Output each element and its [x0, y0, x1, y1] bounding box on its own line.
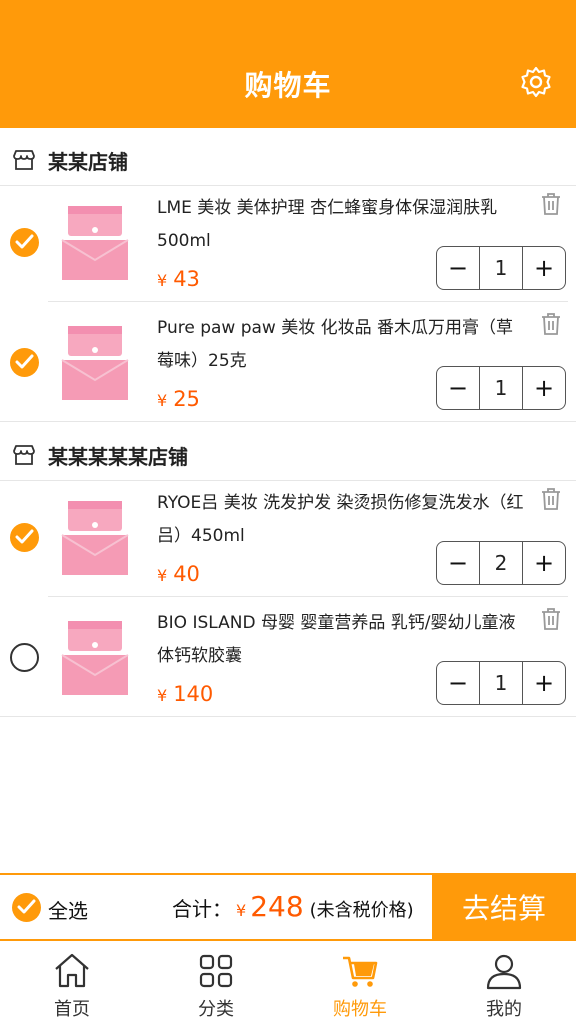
- trash-icon[interactable]: [540, 312, 562, 336]
- cart-item: Pure paw paw 美妆 化妆品 番木瓜万用膏（草莓味）25克 ¥25 −…: [0, 302, 576, 422]
- tab-label: 首页: [54, 999, 90, 1020]
- quantity-value[interactable]: 2: [479, 542, 523, 584]
- checkout-bar: 全选 合计： ¥ 248 (未含税价格) 去结算: [0, 873, 576, 941]
- quantity-stepper: − 2 +: [436, 541, 566, 585]
- item-checkbox[interactable]: [10, 523, 39, 552]
- increase-button[interactable]: +: [523, 662, 565, 704]
- store-header: 某某店铺: [0, 132, 576, 186]
- checkout-button[interactable]: 去结算: [432, 875, 576, 939]
- store-name: 某某店铺: [48, 150, 128, 174]
- tab-category[interactable]: 分类: [144, 941, 288, 1024]
- product-image[interactable]: [60, 204, 130, 284]
- select-all-checkbox[interactable]: [12, 893, 41, 922]
- trash-icon[interactable]: [540, 487, 562, 511]
- item-checkbox[interactable]: [10, 643, 39, 672]
- quantity-stepper: − 1 +: [436, 246, 566, 290]
- store-header: 某某某某某店铺: [0, 427, 576, 481]
- decrease-button[interactable]: −: [437, 662, 479, 704]
- product-price: ¥43: [157, 267, 200, 291]
- total-label: 合计：: [172, 897, 232, 921]
- divider: [0, 421, 576, 422]
- decrease-button[interactable]: −: [437, 542, 479, 584]
- trash-icon[interactable]: [540, 192, 562, 216]
- trash-icon[interactable]: [540, 607, 562, 631]
- tab-label: 购物车: [333, 999, 387, 1020]
- total-amount: 248: [250, 890, 304, 923]
- checkmark-icon: [17, 899, 36, 914]
- increase-button[interactable]: +: [523, 542, 565, 584]
- product-image[interactable]: [60, 499, 130, 579]
- tab-cart[interactable]: 购物车: [288, 941, 432, 1024]
- profile-icon: [486, 954, 522, 990]
- product-price: ¥40: [157, 562, 200, 586]
- tab-label: 分类: [198, 999, 234, 1020]
- select-all-label[interactable]: 全选: [48, 895, 88, 924]
- cart-item: BIO ISLAND 母婴 婴童营养品 乳钙/婴幼儿童液体钙软胶囊 ¥140 −…: [0, 597, 576, 717]
- product-image[interactable]: [60, 324, 130, 404]
- cart-item: RYOE吕 美妆 洗发护发 染烫损伤修复洗发水（红吕）450ml ¥40 − 2…: [0, 477, 576, 597]
- tab-profile[interactable]: 我的: [432, 941, 576, 1024]
- bottom-tab-bar: 首页 分类 购物车 我的: [0, 941, 576, 1024]
- increase-button[interactable]: +: [523, 247, 565, 289]
- increase-button[interactable]: +: [523, 367, 565, 409]
- decrease-button[interactable]: −: [437, 367, 479, 409]
- tab-label: 我的: [486, 999, 522, 1020]
- page-title: 购物车: [244, 69, 332, 102]
- quantity-value[interactable]: 1: [479, 662, 523, 704]
- shop-icon: [13, 150, 35, 170]
- quantity-stepper: − 1 +: [436, 661, 566, 705]
- store-name: 某某某某某店铺: [48, 445, 188, 469]
- checkmark-icon: [15, 354, 34, 369]
- product-price: ¥140: [157, 682, 214, 706]
- item-checkbox[interactable]: [10, 228, 39, 257]
- quantity-value[interactable]: 1: [479, 247, 523, 289]
- product-image[interactable]: [60, 619, 130, 699]
- tax-note: (未含税价格): [309, 900, 414, 921]
- divider: [0, 716, 576, 717]
- home-icon: [55, 953, 89, 988]
- decrease-button[interactable]: −: [437, 247, 479, 289]
- item-checkbox[interactable]: [10, 348, 39, 377]
- total-price: 合计： ¥ 248 (未含税价格): [172, 890, 414, 923]
- quantity-value[interactable]: 1: [479, 367, 523, 409]
- total-currency: ¥: [236, 901, 247, 920]
- cart-item: LME 美妆 美体护理 杏仁蜂蜜身体保湿润肤乳500ml ¥43 − 1 +: [0, 182, 576, 302]
- tab-home[interactable]: 首页: [0, 941, 144, 1024]
- gear-icon[interactable]: [520, 66, 552, 98]
- checkmark-icon: [15, 529, 34, 544]
- quantity-stepper: − 1 +: [436, 366, 566, 410]
- shop-icon: [13, 445, 35, 465]
- product-price: ¥25: [157, 387, 200, 411]
- category-grid-icon: [199, 954, 233, 988]
- checkmark-icon: [15, 234, 34, 249]
- top-navigation-bar: 购物车: [0, 0, 576, 128]
- cart-icon: [343, 956, 378, 987]
